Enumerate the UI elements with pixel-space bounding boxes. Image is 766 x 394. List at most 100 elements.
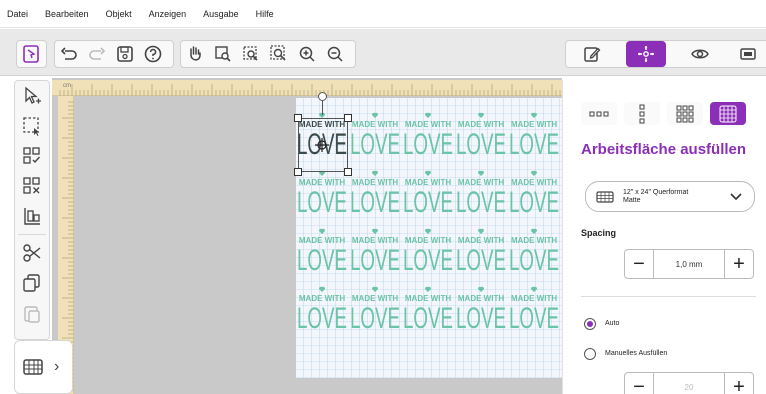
- heart-icon: [371, 286, 379, 292]
- heart-icon: [371, 112, 379, 118]
- zoom-fit-button[interactable]: [237, 41, 265, 67]
- heart-icon: [424, 228, 432, 234]
- chevron-down-icon: [730, 193, 742, 201]
- heart-icon: [530, 228, 538, 234]
- design-main-text: LOVE: [456, 186, 506, 219]
- resize-handle-br[interactable]: [344, 168, 352, 176]
- design-main-text: LOVE: [350, 244, 400, 277]
- fill-mode-button[interactable]: [626, 41, 666, 67]
- grid-option-3x3[interactable]: [667, 102, 703, 125]
- save-icon: [117, 46, 133, 62]
- select-tool-icon: [23, 45, 39, 63]
- divider: [581, 296, 756, 297]
- preview-button[interactable]: [686, 41, 714, 67]
- resize-handle-tl[interactable]: [294, 114, 302, 122]
- menu-bearbeiten[interactable]: Bearbeiten: [45, 9, 89, 19]
- heart-icon: [477, 112, 485, 118]
- heart-icon: [318, 228, 326, 234]
- auto-label: Auto: [605, 320, 620, 327]
- select-tool-button[interactable]: [17, 41, 45, 67]
- auto-radio[interactable]: [584, 318, 596, 330]
- help-button[interactable]: [139, 41, 167, 67]
- zoom-out-button[interactable]: [321, 41, 349, 67]
- zoom-in-icon: [299, 46, 315, 62]
- edit-mode-button[interactable]: [578, 41, 606, 67]
- heart-icon: [424, 286, 432, 292]
- manual-value[interactable]: 20: [653, 373, 725, 394]
- save-button[interactable]: [111, 41, 139, 67]
- menu-ausgabe[interactable]: Ausgabe: [203, 9, 239, 19]
- zoom-out-icon: [327, 46, 343, 62]
- heart-icon: [371, 228, 379, 234]
- redo-button[interactable]: [83, 41, 111, 67]
- heart-icon: [318, 286, 326, 292]
- resize-handle-bl[interactable]: [294, 168, 302, 176]
- spacing-decrement-button[interactable]: −: [625, 250, 653, 278]
- toolbar-view-group: [180, 40, 356, 68]
- grid-option-fill[interactable]: [710, 102, 746, 125]
- design-main-text: LOVE: [456, 128, 506, 161]
- design-main-text: LOVE: [509, 186, 559, 219]
- toolbar-edit-group: [54, 40, 174, 68]
- copy-button[interactable]: [15, 268, 49, 298]
- menu-hilfe[interactable]: Hilfe: [256, 9, 274, 19]
- mat-size-line1: 12" x 24" Querformat: [623, 188, 689, 196]
- hand-tool-button[interactable]: [181, 41, 209, 67]
- design-main-text: LOVE: [350, 128, 400, 161]
- grid-option-column[interactable]: [624, 102, 660, 125]
- mat-size-select[interactable]: 12" x 24" Querformat Matte: [585, 181, 755, 212]
- move-icon[interactable]: [314, 137, 330, 153]
- undo-button[interactable]: [55, 41, 83, 67]
- send-button[interactable]: [734, 41, 762, 67]
- grid-option-row[interactable]: [581, 102, 617, 125]
- design-main-text: LOVE: [297, 302, 347, 335]
- menu-datei[interactable]: Datei: [7, 9, 28, 19]
- select-box-button[interactable]: [15, 111, 49, 141]
- heart-icon: [477, 228, 485, 234]
- resize-handle-tr[interactable]: [344, 114, 352, 122]
- fill-panel: Arbeitsfläche ausfüllen 12" x 24" Querfo…: [562, 80, 766, 394]
- left-toolbar: [14, 80, 50, 340]
- heart-icon: [530, 286, 538, 292]
- design-main-text: LOVE: [350, 186, 400, 219]
- manual-decrement-button[interactable]: −: [625, 373, 653, 394]
- paste-button[interactable]: [15, 298, 49, 328]
- zoom-fit-icon: [243, 46, 258, 61]
- heart-icon: [477, 286, 485, 292]
- heart-icon: [424, 170, 432, 176]
- select-add-icon: [25, 86, 41, 104]
- ungroup-button[interactable]: [15, 171, 49, 201]
- menu-anzeigen[interactable]: Anzeigen: [149, 9, 187, 19]
- mat-panel-toggle[interactable]: ›: [14, 340, 73, 394]
- spacing-value[interactable]: 1,0 mm: [653, 250, 725, 278]
- design-main-text: LOVE: [297, 186, 347, 219]
- spacing-increment-button[interactable]: +: [725, 250, 753, 278]
- heart-icon: [477, 170, 485, 176]
- menu-objekt[interactable]: Objekt: [106, 9, 132, 19]
- zoom-area-button[interactable]: [209, 41, 237, 67]
- preview-icon: [691, 49, 709, 59]
- design-main-text: LOVE: [403, 302, 453, 335]
- manual-increment-button[interactable]: +: [725, 373, 753, 394]
- heart-icon: [424, 112, 432, 118]
- mat-icon: [23, 359, 43, 375]
- mat-size-line2: Matte: [623, 196, 641, 204]
- manual-radio[interactable]: [584, 348, 596, 360]
- align-button[interactable]: [15, 201, 49, 231]
- design-main-text: LOVE: [403, 244, 453, 277]
- design-main-text: LOVE: [403, 186, 453, 219]
- design-main-text: LOVE: [509, 244, 559, 277]
- menu-bar: Datei Bearbeiten Objekt Anzeigen Ausgabe…: [0, 0, 766, 28]
- zoom-selection-button[interactable]: [265, 41, 293, 67]
- ruler-top: [52, 80, 562, 96]
- zoom-in-button[interactable]: [293, 41, 321, 67]
- spacing-label: Spacing: [581, 228, 617, 238]
- select-add-button[interactable]: [15, 81, 49, 111]
- rotate-handle[interactable]: [318, 92, 327, 101]
- group-button[interactable]: [15, 141, 49, 171]
- ruler-unit-label: cm: [63, 83, 71, 89]
- design-main-text: LOVE: [509, 302, 559, 335]
- group-icon: [23, 147, 41, 164]
- cut-button[interactable]: [15, 238, 49, 268]
- design-main-text: LOVE: [456, 244, 506, 277]
